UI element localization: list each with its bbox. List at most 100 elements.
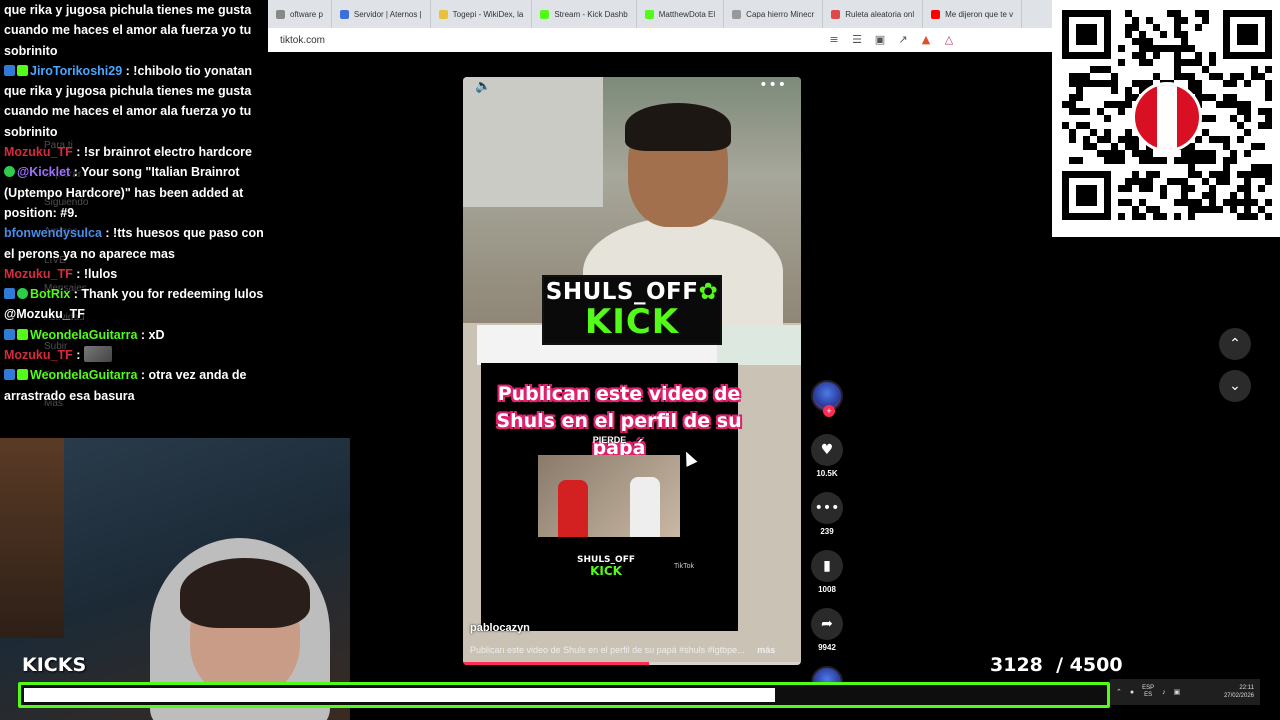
qr-module (1118, 157, 1125, 164)
qr-module (1244, 199, 1251, 206)
chat-username[interactable]: Mozuku_TF (4, 348, 73, 362)
chat-separator: : (72, 145, 84, 160)
sound-icon[interactable]: 🔈 (475, 79, 491, 94)
chevron-up-icon[interactable]: ⌃ (1116, 688, 1122, 696)
address-bar[interactable]: tiktok.com ≡ ☰ ▣ ↗ ▲ △ (268, 28, 1052, 52)
chat-separator: : (122, 63, 134, 78)
browser-tab[interactable]: Togepi - WikiDex, la (431, 0, 533, 28)
volume-icon[interactable]: ♪ (1162, 689, 1166, 696)
qr-module (1265, 94, 1272, 101)
browser-tab[interactable]: MatthewDota El (637, 0, 725, 28)
browser-tab[interactable]: Servidor | Aternos | (332, 0, 431, 28)
qr-module (1069, 73, 1076, 80)
screenshot-icon[interactable]: ▣ (873, 33, 887, 47)
qr-module (1139, 38, 1146, 45)
qr-module (1181, 31, 1188, 38)
like-action[interactable]: ♥ 10.5K (808, 434, 846, 478)
qr-module (1258, 185, 1265, 192)
brave-shield-icon[interactable]: ▲ (919, 33, 933, 47)
browser-tab[interactable]: Stream - Kick Dashb (532, 0, 637, 28)
qr-module (1160, 213, 1167, 220)
qr-module (1188, 73, 1195, 80)
chat-username[interactable]: Mozuku_TF (4, 145, 73, 159)
qr-module (1069, 129, 1076, 136)
chat-username[interactable]: WeondelaGuitarra (30, 368, 137, 382)
chat-username[interactable]: JiroTorikoshi29 (30, 64, 122, 78)
qr-module (1195, 171, 1202, 178)
bookmark-icon[interactable]: ▮ (811, 550, 843, 582)
network-icon[interactable]: ▣ (1174, 688, 1181, 696)
browser-tab[interactable]: Ruleta aleatoria onl (823, 0, 924, 28)
browser-tab[interactable]: Capa hierro Minecr (724, 0, 824, 28)
translate-icon[interactable]: ☰ (850, 33, 864, 47)
chat-username[interactable]: @Kicklet (17, 165, 70, 179)
qr-module (1125, 10, 1132, 17)
heart-icon[interactable]: ♥ (811, 434, 843, 466)
qr-module (1139, 52, 1146, 59)
qr-module (1125, 31, 1132, 38)
taskbar-clock[interactable]: 22:11 27/02/2026 (1224, 684, 1254, 700)
share-arrow-icon[interactable]: ➦ (811, 608, 843, 640)
qr-module (1104, 150, 1111, 157)
qr-module (1195, 150, 1202, 157)
qr-module (1153, 45, 1160, 52)
share-action[interactable]: ➦ 9942 (808, 608, 846, 652)
qr-module (1230, 73, 1237, 80)
qr-module (1104, 129, 1111, 136)
microphone-icon[interactable]: ● (1130, 689, 1134, 696)
qr-module (1174, 24, 1181, 31)
comment-action[interactable]: ••• 239 (808, 492, 846, 536)
qr-module (1153, 213, 1160, 220)
creator-avatar[interactable]: + (811, 380, 843, 417)
qr-module (1202, 94, 1209, 101)
more-options-icon[interactable]: ••• (759, 77, 787, 93)
qr-module (1181, 157, 1188, 164)
comment-icon[interactable]: ••• (811, 492, 843, 524)
browser-tab[interactable]: Me dijeron que te v (923, 0, 1023, 28)
qr-module (1265, 199, 1272, 206)
language-indicator[interactable]: ESP ES (1142, 685, 1154, 699)
streamer-webcam (0, 438, 350, 720)
qr-module (1160, 31, 1167, 38)
follow-plus-icon[interactable]: + (823, 405, 835, 417)
url-text[interactable]: tiktok.com (280, 35, 325, 46)
qr-module (1069, 136, 1076, 143)
qr-module (1139, 45, 1146, 52)
rewards-icon[interactable]: △ (942, 33, 956, 47)
qr-module (1223, 171, 1230, 178)
next-video-button[interactable]: ⌄ (1219, 370, 1251, 402)
browser-tab[interactable]: oftware p (268, 0, 332, 28)
inner-photo (538, 455, 680, 537)
chat-separator: : (101, 226, 114, 241)
person-hair (625, 103, 731, 151)
qr-module (1216, 178, 1223, 185)
caption-more-link[interactable]: más (757, 645, 775, 655)
video-progress-bar[interactable] (463, 662, 801, 665)
comment-count: 239 (820, 527, 834, 536)
qr-module (1139, 80, 1146, 87)
qr-module (1076, 157, 1083, 164)
qr-module (1174, 178, 1181, 185)
chat-username[interactable]: BotRix (30, 287, 70, 301)
qr-module (1223, 143, 1230, 150)
browser-tab-bar: oftware p Servidor | Aternos | Togepi - Wi… (268, 0, 1052, 28)
share-icon[interactable]: ↗ (896, 33, 910, 47)
chat-message: WeondelaGuitarra : otra vez anda de arra… (0, 365, 270, 406)
chat-username[interactable]: Mozuku_TF (4, 267, 73, 281)
webcam-hair (180, 558, 310, 628)
video-author[interactable]: pablocazyn (470, 622, 530, 634)
chat-username[interactable]: WeondelaGuitarra (30, 328, 137, 342)
previous-video-button[interactable]: ⌃ (1219, 328, 1251, 360)
qr-module (1174, 52, 1181, 59)
scene-wall (463, 77, 603, 207)
chat-text: que rika y jugosa pichula tienes me gust… (4, 3, 252, 58)
tiktok-video-player[interactable]: 🔈 ••• SHULS_OFF✿ KICK Publican este vide… (463, 77, 801, 665)
qr-module (1258, 206, 1265, 213)
qr-module (1209, 52, 1216, 59)
reader-mode-icon[interactable]: ≡ (827, 33, 841, 47)
chat-username[interactable]: bfonwendysulca (4, 226, 102, 240)
qr-module (1111, 150, 1118, 157)
tab-favicon-icon (644, 9, 654, 19)
save-action[interactable]: ▮ 1008 (808, 550, 846, 594)
qr-module (1139, 199, 1146, 206)
